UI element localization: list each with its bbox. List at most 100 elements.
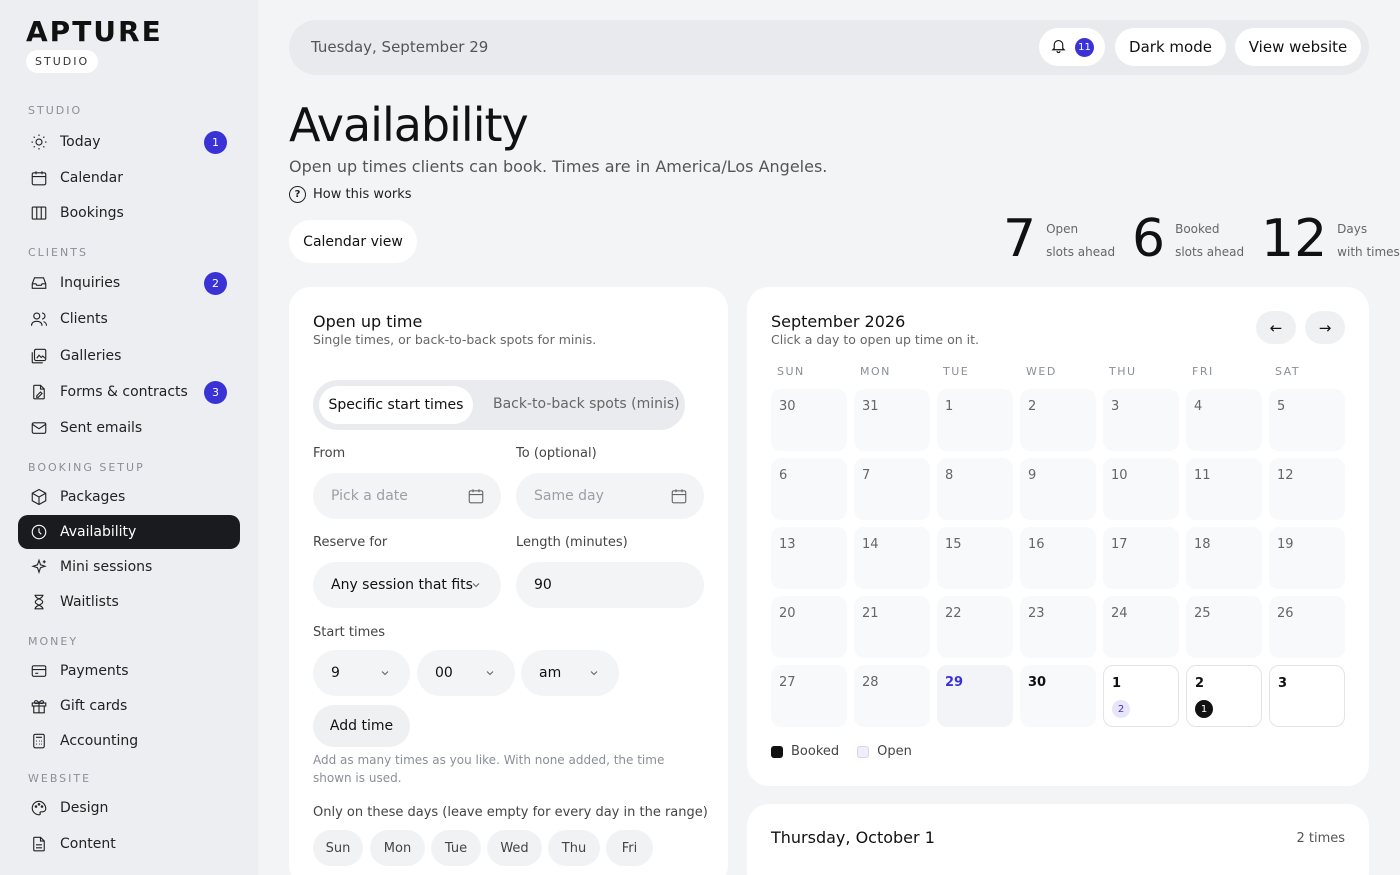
sidebar-item-inquiries[interactable]: Inquiries 2: [18, 266, 240, 300]
calendar-day-cell[interactable]: 3: [1269, 665, 1345, 727]
calendar-day-cell[interactable]: 26: [1269, 596, 1345, 658]
sidebar-item-galleries[interactable]: Galleries: [18, 339, 240, 373]
studio-tag: STUDIO: [26, 50, 99, 73]
calendar-day-cell[interactable]: 17: [1103, 527, 1179, 589]
calendar-day-cell[interactable]: 24: [1103, 596, 1179, 658]
calendar-legend: Booked Open: [771, 744, 912, 759]
calendar-day-cell[interactable]: 14: [854, 527, 930, 589]
calendar-day-cell[interactable]: 31: [854, 389, 930, 451]
day-detail-title: Thursday, October 1: [771, 828, 935, 847]
calendar-day-cell[interactable]: 15: [937, 527, 1013, 589]
calendar-icon: [670, 487, 688, 505]
add-time-button[interactable]: Add time: [313, 705, 410, 747]
sidebar-item-design[interactable]: Design: [18, 791, 240, 825]
mode-specific-times[interactable]: Specific start times: [319, 386, 473, 424]
sidebar-item-mini-sessions[interactable]: Mini sessions: [18, 550, 240, 584]
sidebar-item-label: Accounting: [60, 733, 139, 749]
length-input[interactable]: 90: [516, 562, 704, 608]
calendar-day-cell[interactable]: 22: [937, 596, 1013, 658]
sidebar: APTURE STUDIO STUDIO Today 1 Calendar Bo…: [0, 0, 258, 875]
calendar-day-cell[interactable]: 4: [1186, 389, 1262, 451]
calendar-day-cell[interactable]: 6: [771, 458, 847, 520]
weekday-header-sat: SAT: [1275, 365, 1301, 378]
sidebar-item-accounting[interactable]: Accounting: [18, 724, 240, 758]
sidebar-item-availability[interactable]: Availability: [18, 515, 240, 549]
sparkle-icon: [30, 558, 48, 576]
sidebar-item-forms-contracts[interactable]: Forms & contracts 3: [18, 375, 240, 409]
calendar-day-cell[interactable]: 18: [1186, 527, 1262, 589]
calendar-day-cell[interactable]: 20: [771, 596, 847, 658]
calendar-day-cell[interactable]: 12: [1269, 458, 1345, 520]
calendar-day-cell[interactable]: 10: [1103, 458, 1179, 520]
calendar-view-button[interactable]: Calendar view: [289, 220, 417, 263]
calendar-day-cell[interactable]: 19: [1269, 527, 1345, 589]
sidebar-item-calendar[interactable]: Calendar: [18, 161, 240, 195]
sidebar-item-sent-emails[interactable]: Sent emails: [18, 411, 240, 445]
day-chip-mon[interactable]: Mon: [370, 830, 425, 866]
from-date-field[interactable]: Pick a date: [313, 473, 501, 519]
calendar-day-cell[interactable]: 11: [1186, 458, 1262, 520]
sidebar-item-packages[interactable]: Packages: [18, 480, 240, 514]
forms-count-badge: 3: [204, 381, 227, 404]
day-number: 19: [1277, 537, 1294, 552]
day-chip-tue[interactable]: Tue: [431, 830, 481, 866]
notifications-button[interactable]: 11: [1039, 28, 1105, 66]
sidebar-item-clients[interactable]: Clients: [18, 302, 240, 336]
prev-month-button[interactable]: ←: [1256, 311, 1296, 344]
sidebar-item-label: Galleries: [60, 348, 122, 364]
calendar-day-cell[interactable]: 29: [937, 665, 1013, 727]
day-chip-thu[interactable]: Thu: [548, 830, 600, 866]
minute-select[interactable]: 00: [417, 650, 515, 696]
calendar-day-cell[interactable]: 1: [937, 389, 1013, 451]
calendar-day-cell[interactable]: 8: [937, 458, 1013, 520]
next-month-button[interactable]: →: [1305, 311, 1345, 344]
calendar-day-cell[interactable]: 21: [1186, 665, 1262, 727]
weekday-header-wed: WED: [1026, 365, 1057, 378]
how-this-works-link[interactable]: ? How this works: [289, 186, 412, 203]
calendar-day-cell[interactable]: 27: [771, 665, 847, 727]
day-number: 30: [1028, 675, 1047, 690]
calendar-day-cell[interactable]: 30: [1020, 665, 1096, 727]
calendar-day-cell[interactable]: 2: [1020, 389, 1096, 451]
chevron-down-icon: [585, 664, 603, 682]
sidebar-item-waitlists[interactable]: Waitlists: [18, 585, 240, 619]
day-chip-fri[interactable]: Fri: [606, 830, 653, 866]
sidebar-item-bookings[interactable]: Bookings: [18, 196, 240, 230]
weekday-header-tue: TUE: [943, 365, 970, 378]
calendar-day-cell[interactable]: 25: [1186, 596, 1262, 658]
hour-select[interactable]: 9: [313, 650, 410, 696]
mode-toggle: Specific start times Back-to-back spots …: [313, 380, 685, 430]
calendar-day-cell[interactable]: 16: [1020, 527, 1096, 589]
day-chip-sun[interactable]: Sun: [313, 830, 363, 866]
bell-icon: [1050, 37, 1067, 58]
page-title: Availability: [289, 98, 529, 152]
calendar-day-cell[interactable]: 28: [854, 665, 930, 727]
chevron-down-icon: [376, 664, 394, 682]
to-date-field[interactable]: Same day: [516, 473, 704, 519]
calendar-day-cell[interactable]: 9: [1020, 458, 1096, 520]
calendar-day-cell[interactable]: 21: [854, 596, 930, 658]
calendar-day-cell[interactable]: 5: [1269, 389, 1345, 451]
calendar-day-cell[interactable]: 13: [771, 527, 847, 589]
dark-mode-button[interactable]: Dark mode: [1115, 28, 1226, 66]
day-number: 8: [945, 468, 954, 483]
calculator-icon: [30, 732, 48, 750]
sidebar-item-content[interactable]: Content: [18, 827, 240, 861]
inquiries-count-badge: 2: [204, 272, 227, 295]
calendar-day-cell[interactable]: 7: [854, 458, 930, 520]
calendar-day-cell[interactable]: 3: [1103, 389, 1179, 451]
section-label-studio: STUDIO: [28, 104, 83, 117]
weekday-header-mon: MON: [860, 365, 891, 378]
mode-back-to-back[interactable]: Back-to-back spots (minis): [493, 396, 680, 412]
sidebar-item-today[interactable]: Today 1: [18, 125, 240, 159]
calendar-day-cell[interactable]: 12: [1103, 665, 1179, 727]
ampm-select[interactable]: am: [521, 650, 619, 696]
calendar-day-cell[interactable]: 30: [771, 389, 847, 451]
logo[interactable]: APTURE: [26, 18, 163, 46]
sidebar-item-payments[interactable]: Payments: [18, 654, 240, 688]
calendar-day-cell[interactable]: 23: [1020, 596, 1096, 658]
view-website-button[interactable]: View website: [1235, 28, 1361, 66]
day-chip-wed[interactable]: Wed: [487, 830, 542, 866]
sidebar-item-gift-cards[interactable]: Gift cards: [18, 689, 240, 723]
reserve-select[interactable]: Any session that fits: [313, 562, 501, 608]
